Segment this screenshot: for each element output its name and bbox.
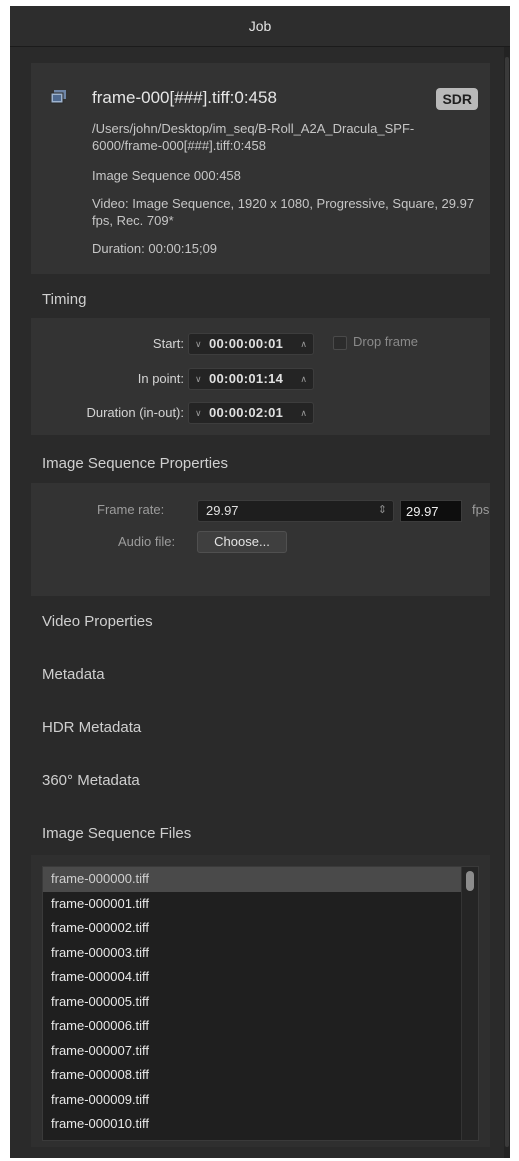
frame-rate-label: Frame rate: <box>97 502 165 517</box>
chevron-up-icon[interactable]: ∧ <box>300 334 307 354</box>
duration-timecode-value[interactable]: 00:00:02:01 <box>209 403 283 423</box>
chevron-down-icon[interactable]: ∨ <box>195 403 202 423</box>
source-sequence-range: Image Sequence 000:458 <box>92 168 241 183</box>
source-filename: frame-000[###].tiff:0:458 <box>92 88 277 107</box>
duration-timecode-field[interactable]: ∨ 00:00:02:01 ∧ <box>188 402 314 424</box>
drop-frame-label[interactable]: Drop frame <box>353 334 418 349</box>
image-sequence-properties-title[interactable]: Image Sequence Properties <box>42 455 228 472</box>
panel-title: Job <box>10 6 510 47</box>
in-point-row: In point: ∨ 00:00:01:14 ∧ <box>31 368 490 390</box>
metadata-section[interactable]: Metadata <box>42 666 105 683</box>
film-stack-icon <box>51 90 66 104</box>
updown-arrows-icon[interactable]: ⇕ <box>378 503 387 516</box>
source-video-info: Video: Image Sequence, 1920 x 1080, Prog… <box>92 196 475 228</box>
start-row: Start: ∨ 00:00:00:01 ∧ Drop frame <box>31 333 490 355</box>
list-item[interactable]: frame-000003.tiff <box>43 941 478 966</box>
in-point-timecode-value[interactable]: 00:00:01:14 <box>209 369 283 389</box>
in-point-timecode-field[interactable]: ∨ 00:00:01:14 ∧ <box>188 368 314 390</box>
list-item[interactable]: frame-000008.tiff <box>43 1063 478 1088</box>
image-sequence-files-panel: frame-000000.tiff frame-000001.tiff fram… <box>31 855 490 1147</box>
file-list-scrollbar-thumb[interactable] <box>466 871 474 891</box>
in-point-label: In point: <box>137 371 184 386</box>
image-sequence-files-title[interactable]: Image Sequence Files <box>42 825 191 842</box>
chevron-up-icon[interactable]: ∧ <box>300 403 307 423</box>
start-timecode-field[interactable]: ∨ 00:00:00:01 ∧ <box>188 333 314 355</box>
source-info-card: frame-000[###].tiff:0:458 SDR /Users/joh… <box>31 63 490 274</box>
hdr-metadata-section[interactable]: HDR Metadata <box>42 719 141 736</box>
audio-file-label: Audio file: <box>118 534 176 549</box>
list-item[interactable]: frame-000009.tiff <box>43 1088 478 1113</box>
image-sequence-properties-panel: Frame rate: 29.97 ⇕ 29.97 fps Audio file… <box>31 483 490 596</box>
video-properties-section[interactable]: Video Properties <box>42 613 153 630</box>
choose-audio-button[interactable]: Choose... <box>197 531 287 553</box>
panel-scrollbar[interactable] <box>504 47 510 1158</box>
job-inspector-panel: Job frame-000[###].tiff:0:458 SDR /Users… <box>10 6 510 1158</box>
start-timecode-value[interactable]: 00:00:00:01 <box>209 334 283 354</box>
list-item[interactable]: frame-000002.tiff <box>43 916 478 941</box>
file-list-scrollbar[interactable] <box>461 867 478 1140</box>
panel-scrollbar-thumb[interactable] <box>505 57 509 1147</box>
frame-rate-input[interactable]: 29.97 <box>400 500 462 522</box>
duration-label: Duration (in-out): <box>86 405 184 420</box>
360-metadata-section[interactable]: 360° Metadata <box>42 772 140 789</box>
list-item[interactable]: frame-000005.tiff <box>43 990 478 1015</box>
start-label: Start: <box>152 336 184 351</box>
source-path: /Users/john/Desktop/im_seq/B-Roll_A2A_Dr… <box>92 121 415 153</box>
timing-panel: Start: ∨ 00:00:00:01 ∧ Drop frame In poi… <box>31 318 490 435</box>
frame-rate-selected[interactable]: 29.97 <box>206 503 239 518</box>
duration-row: Duration (in-out): ∨ 00:00:02:01 ∧ <box>31 402 490 424</box>
list-item[interactable]: frame-000006.tiff <box>43 1014 478 1039</box>
timing-section-title[interactable]: Timing <box>42 291 86 308</box>
checkbox-box[interactable] <box>333 336 347 350</box>
file-list[interactable]: frame-000000.tiff frame-000001.tiff fram… <box>42 866 479 1141</box>
list-item[interactable]: frame-000001.tiff <box>43 892 478 917</box>
sdr-badge: SDR <box>436 88 478 110</box>
chevron-up-icon[interactable]: ∧ <box>300 369 307 389</box>
chevron-down-icon[interactable]: ∨ <box>195 369 202 389</box>
list-item[interactable]: frame-000007.tiff <box>43 1039 478 1064</box>
source-duration: Duration: 00:00:15;09 <box>92 241 218 256</box>
list-item[interactable]: frame-000000.tiff <box>43 867 478 892</box>
list-item[interactable]: frame-000010.tiff <box>43 1112 478 1137</box>
frame-rate-popup[interactable]: 29.97 ⇕ <box>197 500 394 522</box>
list-item[interactable]: frame-000004.tiff <box>43 965 478 990</box>
chevron-down-icon[interactable]: ∨ <box>195 334 202 354</box>
fps-unit-label: fps <box>472 502 490 517</box>
